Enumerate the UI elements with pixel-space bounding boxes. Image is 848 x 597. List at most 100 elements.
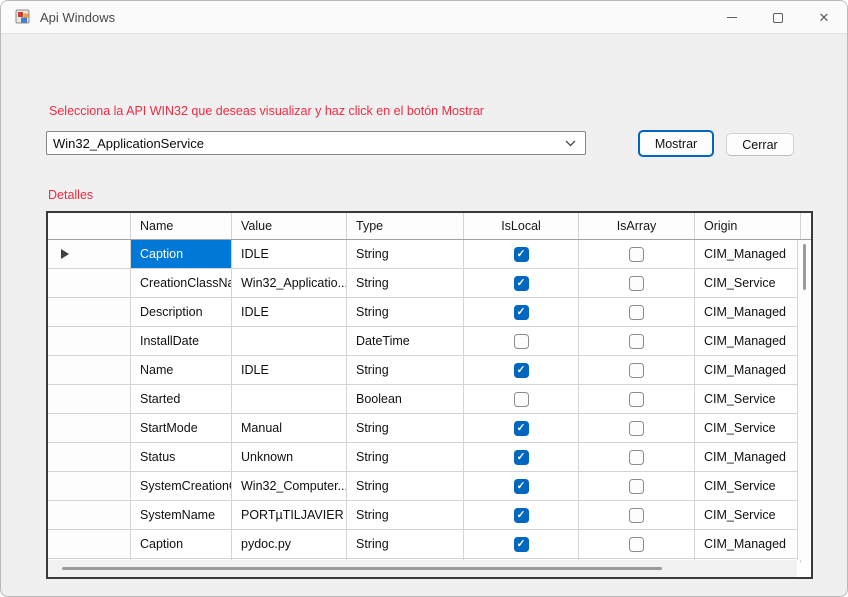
isarray-checkbox-cell[interactable]: [579, 414, 695, 442]
table-row[interactable]: Started Boolean CIM_Service: [48, 385, 811, 414]
cell-origin[interactable]: CIM_Service: [695, 385, 801, 413]
cell-value[interactable]: Manual: [232, 414, 347, 442]
cerrar-button[interactable]: Cerrar: [726, 133, 794, 156]
api-combobox[interactable]: Win32_ApplicationService: [46, 131, 586, 155]
isarray-checkbox-cell[interactable]: [579, 472, 695, 500]
cell-value[interactable]: Win32_Applicatio...: [232, 269, 347, 297]
isarray-checkbox[interactable]: [629, 537, 644, 552]
table-row[interactable]: Captionpydoc.pyString CIM_Managed: [48, 530, 811, 559]
cell-origin[interactable]: CIM_Managed: [695, 298, 801, 326]
table-row[interactable]: InstallDate DateTime CIM_Managed: [48, 327, 811, 356]
cell-type[interactable]: String: [347, 298, 464, 326]
isarray-checkbox-cell[interactable]: [579, 298, 695, 326]
isarray-checkbox-cell[interactable]: [579, 501, 695, 529]
isarray-checkbox-cell[interactable]: [579, 356, 695, 384]
islocal-checkbox[interactable]: [514, 450, 529, 465]
cell-value[interactable]: Unknown: [232, 443, 347, 471]
isarray-checkbox[interactable]: [629, 421, 644, 436]
cell-origin[interactable]: CIM_Managed: [695, 240, 801, 268]
header-value[interactable]: Value: [232, 213, 347, 239]
cell-type[interactable]: String: [347, 240, 464, 268]
cell-value[interactable]: IDLE: [232, 356, 347, 384]
header-isarray[interactable]: IsArray: [579, 213, 695, 239]
table-row[interactable]: CreationClassNameWin32_Applicatio...Stri…: [48, 269, 811, 298]
islocal-checkbox-cell[interactable]: [464, 298, 579, 326]
cell-value[interactable]: Win32_Computer...: [232, 472, 347, 500]
row-header-cell[interactable]: [48, 327, 131, 355]
cell-name[interactable]: Started: [131, 385, 232, 413]
islocal-checkbox-cell[interactable]: [464, 269, 579, 297]
cell-origin[interactable]: CIM_Service: [695, 269, 801, 297]
cell-value[interactable]: IDLE: [232, 240, 347, 268]
islocal-checkbox[interactable]: [514, 305, 529, 320]
islocal-checkbox[interactable]: [514, 363, 529, 378]
cell-origin[interactable]: CIM_Service: [695, 501, 801, 529]
cell-name[interactable]: InstallDate: [131, 327, 232, 355]
cell-value[interactable]: pydoc.py: [232, 530, 347, 558]
islocal-checkbox[interactable]: [514, 479, 529, 494]
cell-origin[interactable]: CIM_Service: [695, 414, 801, 442]
cell-name[interactable]: SystemName: [131, 501, 232, 529]
cell-origin[interactable]: CIM_Managed: [695, 327, 801, 355]
cell-name[interactable]: Caption: [131, 240, 232, 268]
isarray-checkbox[interactable]: [629, 305, 644, 320]
islocal-checkbox-cell[interactable]: [464, 356, 579, 384]
islocal-checkbox[interactable]: [514, 392, 529, 407]
islocal-checkbox[interactable]: [514, 247, 529, 262]
cell-value[interactable]: PORTµTILJAVIER: [232, 501, 347, 529]
isarray-checkbox-cell[interactable]: [579, 240, 695, 268]
header-row-selector[interactable]: [48, 213, 131, 239]
minimize-button[interactable]: [709, 1, 755, 34]
cell-type[interactable]: String: [347, 414, 464, 442]
isarray-checkbox[interactable]: [629, 479, 644, 494]
cell-type[interactable]: String: [347, 530, 464, 558]
cell-name[interactable]: StartMode: [131, 414, 232, 442]
row-header-cell[interactable]: [48, 356, 131, 384]
row-header-cell[interactable]: [48, 269, 131, 297]
cell-value[interactable]: IDLE: [232, 298, 347, 326]
row-header-cell[interactable]: [48, 530, 131, 558]
islocal-checkbox[interactable]: [514, 276, 529, 291]
cell-type[interactable]: Boolean: [347, 385, 464, 413]
isarray-checkbox[interactable]: [629, 276, 644, 291]
cell-type[interactable]: DateTime: [347, 327, 464, 355]
islocal-checkbox[interactable]: [514, 537, 529, 552]
isarray-checkbox[interactable]: [629, 392, 644, 407]
isarray-checkbox-cell[interactable]: [579, 530, 695, 558]
cell-name[interactable]: SystemCreationCl...: [131, 472, 232, 500]
table-row[interactable]: SystemCreationCl...Win32_Computer...Stri…: [48, 472, 811, 501]
cell-origin[interactable]: CIM_Managed: [695, 356, 801, 384]
islocal-checkbox-cell[interactable]: [464, 530, 579, 558]
table-row[interactable]: CaptionIDLEString CIM_Managed: [48, 240, 811, 269]
cell-origin[interactable]: CIM_Managed: [695, 530, 801, 558]
row-header-cell[interactable]: [48, 501, 131, 529]
isarray-checkbox[interactable]: [629, 247, 644, 262]
islocal-checkbox-cell[interactable]: [464, 472, 579, 500]
cell-type[interactable]: String: [347, 443, 464, 471]
islocal-checkbox-cell[interactable]: [464, 414, 579, 442]
isarray-checkbox-cell[interactable]: [579, 327, 695, 355]
cell-value[interactable]: [232, 385, 347, 413]
row-header-cell[interactable]: [48, 240, 131, 268]
islocal-checkbox-cell[interactable]: [464, 327, 579, 355]
cell-value[interactable]: [232, 327, 347, 355]
cell-type[interactable]: String: [347, 269, 464, 297]
islocal-checkbox-cell[interactable]: [464, 385, 579, 413]
islocal-checkbox[interactable]: [514, 421, 529, 436]
cell-name[interactable]: Status: [131, 443, 232, 471]
table-row[interactable]: StatusUnknownStringCIM_Managed: [48, 443, 811, 472]
cell-name[interactable]: Caption: [131, 530, 232, 558]
islocal-checkbox[interactable]: [514, 508, 529, 523]
row-header-cell[interactable]: [48, 298, 131, 326]
vertical-scrollbar[interactable]: [797, 240, 811, 560]
table-row[interactable]: SystemNamePORTµTILJAVIERString CIM_Servic…: [48, 501, 811, 530]
isarray-checkbox[interactable]: [629, 363, 644, 378]
cell-name[interactable]: CreationClassName: [131, 269, 232, 297]
isarray-checkbox[interactable]: [629, 450, 644, 465]
maximize-button[interactable]: [755, 1, 801, 34]
row-header-cell[interactable]: [48, 443, 131, 471]
row-header-cell[interactable]: [48, 472, 131, 500]
cell-name[interactable]: Description: [131, 298, 232, 326]
cell-type[interactable]: String: [347, 501, 464, 529]
table-row[interactable]: DescriptionIDLEString CIM_Managed: [48, 298, 811, 327]
